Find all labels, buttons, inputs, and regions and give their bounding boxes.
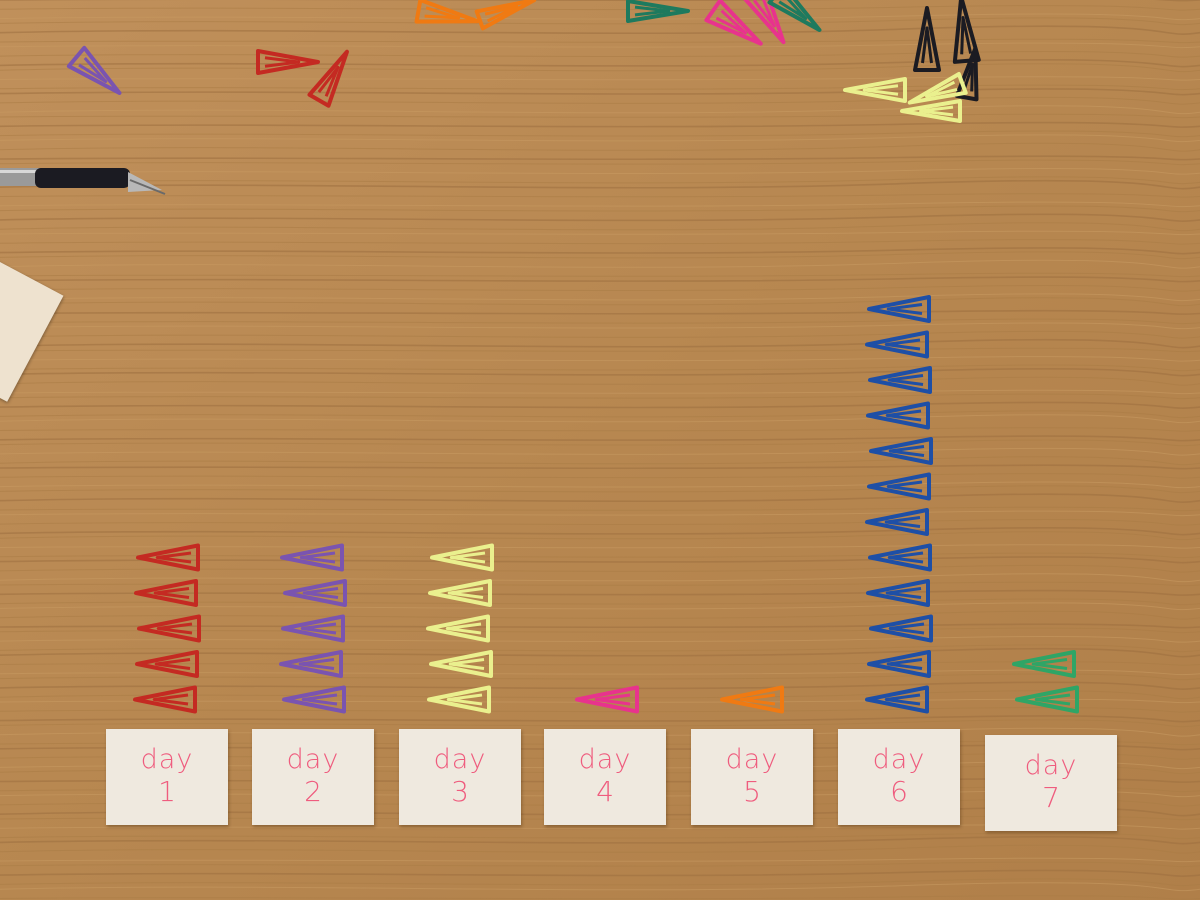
paperclip-icon: [1012, 650, 1076, 678]
paperclip-icon: [868, 543, 932, 572]
paperclip-icon: [135, 650, 199, 678]
paperclip-icon: [865, 508, 929, 536]
paperclip-icon: [281, 614, 345, 643]
photo-scene: day 1 day 2 day 3 day 4 day 5 day 6 day 7: [0, 0, 1200, 900]
paperclip-icon: [867, 650, 931, 678]
clip-stack-day-2: [279, 543, 347, 714]
paperclip-icon: [869, 614, 933, 643]
paperclip-icon: [428, 579, 492, 607]
paperclip-icon: [133, 685, 197, 714]
clip-stack-day-5: [720, 685, 784, 714]
paperclip-icon: [283, 579, 347, 607]
paperclip-icon: [134, 579, 198, 607]
clip-stack-day-6: [865, 295, 933, 714]
paperclip-icon: [867, 295, 931, 323]
paperclip-icon: [427, 685, 491, 714]
paperclip-icon: [720, 685, 784, 714]
paperclip-icon: [137, 614, 201, 643]
paperclip-icon: [867, 472, 931, 501]
paperclip-icon: [868, 366, 932, 394]
paperclip-icon: [430, 543, 494, 572]
paperclip-icon: [429, 650, 493, 678]
paperclip-icon: [575, 685, 639, 714]
paperclip-icon: [869, 437, 933, 465]
paperclip-icon: [865, 685, 929, 714]
paperclip-icon: [136, 543, 200, 572]
clip-stack-day-3: [426, 543, 494, 714]
paperclip-icon: [282, 685, 346, 714]
clip-stack-day-1: [133, 543, 201, 714]
paperclip-icon: [866, 579, 930, 607]
clip-stacks: [133, 295, 1079, 714]
paperclip-icon: [866, 401, 930, 430]
paperclip-icon: [279, 650, 343, 678]
clip-stack-day-4: [575, 685, 639, 714]
paperclip-icon: [280, 543, 344, 572]
clip-stack-day-7: [1012, 650, 1079, 714]
paperclip-icon: [426, 614, 490, 643]
paperclip-icon: [1015, 685, 1079, 714]
paperclip-icon: [865, 330, 929, 359]
